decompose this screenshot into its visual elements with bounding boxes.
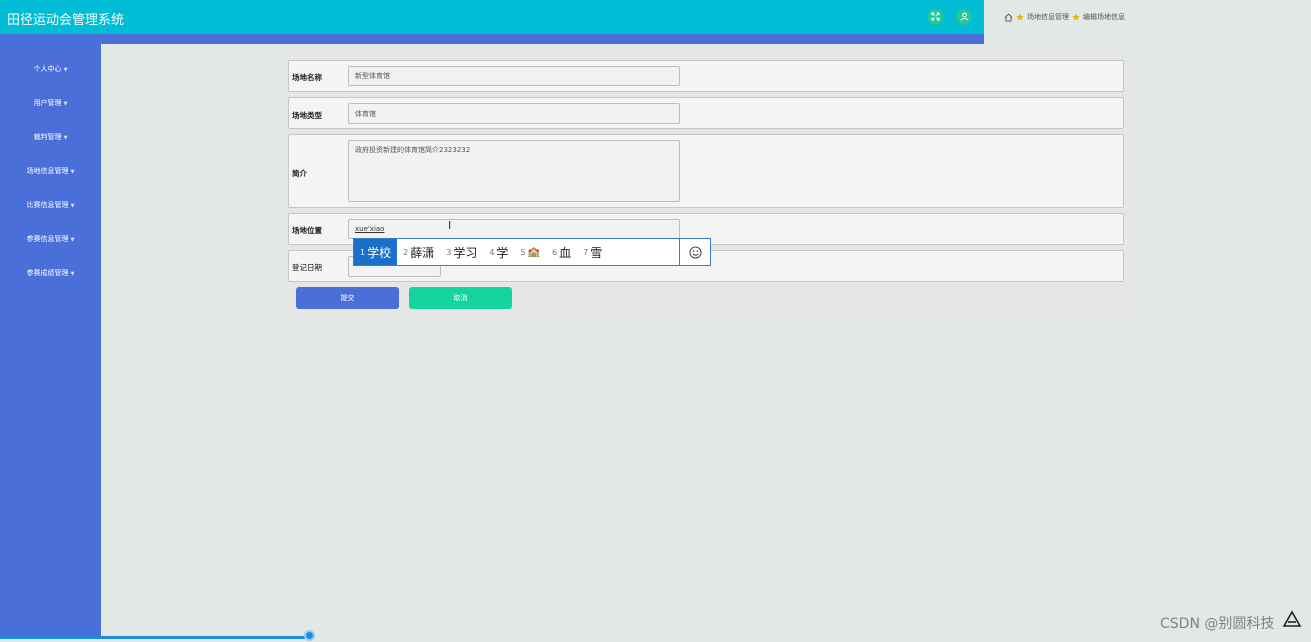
venue-name-label: 场地名称	[292, 73, 322, 82]
watermark-text: CSDN @别圆科技	[1160, 616, 1275, 632]
text-cursor-icon: I	[448, 219, 452, 232]
chevron-down-icon: ▼	[63, 135, 68, 141]
ime-candidate-text: 学校	[367, 245, 392, 260]
form-row-intro: 简介 政府投资新建的体育馆简介2323232	[288, 134, 1124, 208]
header-accent-strip	[0, 34, 984, 44]
brand-logo-icon	[1282, 610, 1302, 630]
breadcrumb: 场地信息管理 编辑场地信息	[1004, 12, 1125, 22]
chevron-down-icon: ▼	[70, 203, 75, 209]
venue-type-input[interactable]	[348, 103, 680, 124]
ime-candidate-text: 雪	[590, 245, 603, 260]
sidebar-item-score-management[interactable]: 参赛成绩管理 ▼	[0, 268, 101, 278]
sidebar-item-label: 用户管理	[33, 99, 62, 107]
fullscreen-button[interactable]	[927, 9, 943, 25]
sidebar-item-match-management[interactable]: 比赛信息管理 ▼	[0, 200, 101, 210]
home-icon[interactable]	[1004, 13, 1013, 22]
sidebar-item-label: 裁判管理	[33, 133, 62, 141]
chevron-down-icon: ▼	[70, 271, 75, 277]
scrollbar-thumb[interactable]	[304, 630, 315, 641]
top-header: 田径运动会管理系统	[0, 0, 984, 34]
ime-candidate-number: 5	[520, 247, 526, 257]
ime-candidate-bar[interactable]: 1 学校 2 薛潇 3 学习 4 学 5 🏫 6 血 7 雪	[353, 238, 711, 266]
submit-button[interactable]: 提交	[296, 287, 399, 309]
breadcrumb-item-venue-management[interactable]: 场地信息管理	[1027, 12, 1069, 22]
ime-candidate-7[interactable]: 7 雪	[577, 239, 608, 265]
ime-candidate-text: 血	[559, 245, 572, 260]
ime-candidate-number: 7	[583, 247, 589, 257]
intro-textarea-value: 政府投资新建的体育馆简介2323232	[355, 146, 471, 154]
sidebar-item-label: 参赛成绩管理	[26, 269, 69, 277]
ime-candidate-4[interactable]: 4 学	[483, 239, 514, 265]
expand-icon	[930, 11, 940, 23]
sidebar-item-label: 比赛信息管理	[26, 201, 69, 209]
location-label: 场地位置	[292, 226, 322, 235]
cancel-button-label: 取消	[453, 294, 468, 302]
chevron-down-icon: ▼	[63, 67, 68, 73]
breadcrumb-item-edit-venue[interactable]: 编辑场地信息	[1083, 12, 1125, 22]
reg-date-label: 登记日期	[292, 263, 322, 272]
ime-candidate-number: 4	[489, 247, 495, 257]
sidebar-item-referee-management[interactable]: 裁判管理 ▼	[0, 132, 101, 142]
venue-type-label: 场地类型	[292, 111, 322, 120]
ime-candidate-5[interactable]: 5 🏫	[514, 239, 546, 265]
sidebar-item-label: 个人中心	[33, 65, 62, 73]
smiley-icon[interactable]	[679, 239, 710, 265]
sidebar-item-venue-management[interactable]: 场地信息管理 ▼	[0, 166, 101, 176]
ime-candidate-3[interactable]: 3 学习	[440, 239, 483, 265]
chevron-down-icon: ▼	[70, 237, 75, 243]
ime-candidate-2[interactable]: 2 薛潇	[397, 239, 440, 265]
form-row-venue-name: 场地名称	[288, 60, 1124, 92]
chevron-down-icon: ▼	[63, 101, 68, 107]
sidebar-item-user-management[interactable]: 用户管理 ▼	[0, 98, 101, 108]
ime-candidate-number: 6	[551, 247, 558, 257]
sidebar-item-label: 参赛信息管理	[26, 235, 69, 243]
ime-candidate-number: 2	[403, 247, 409, 257]
sidebar-item-label: 场地信息管理	[26, 167, 69, 175]
ime-candidate-text: 薛潇	[410, 245, 435, 260]
app-title: 田径运动会管理系统	[7, 13, 125, 28]
sidebar-item-entry-management[interactable]: 参赛信息管理 ▼	[0, 234, 101, 244]
ime-candidate-number: 3	[446, 247, 452, 257]
intro-textarea[interactable]: 政府投资新建的体育馆简介2323232	[348, 140, 680, 202]
location-input[interactable]	[348, 219, 680, 239]
star-icon	[1072, 13, 1080, 21]
ime-candidate-1[interactable]: 1 学校	[354, 239, 398, 265]
ime-candidate-text: 学	[496, 245, 509, 260]
intro-label: 简介	[292, 169, 307, 178]
chevron-down-icon: ▼	[70, 169, 75, 175]
star-icon	[1016, 13, 1024, 21]
sidebar: 个人中心 ▼ 用户管理 ▼ 裁判管理 ▼ 场地信息管理 ▼ 比赛信息管理 ▼ 参赛信息管理…	[0, 44, 101, 636]
ime-candidate-6[interactable]: 6 血	[546, 239, 577, 265]
sidebar-item-personal-center[interactable]: 个人中心 ▼	[0, 64, 101, 74]
submit-button-label: 提交	[340, 294, 355, 302]
user-icon	[960, 12, 969, 23]
cancel-button[interactable]: 取消	[409, 287, 512, 309]
ime-candidate-text: 🏫	[527, 246, 540, 258]
venue-name-input[interactable]	[348, 66, 680, 86]
form-row-venue-type: 场地类型	[288, 97, 1124, 129]
ime-candidate-number: 1	[360, 247, 366, 257]
ime-candidate-text: 学习	[453, 245, 478, 260]
horizontal-scrollbar[interactable]	[0, 636, 310, 639]
user-button[interactable]	[956, 9, 972, 25]
